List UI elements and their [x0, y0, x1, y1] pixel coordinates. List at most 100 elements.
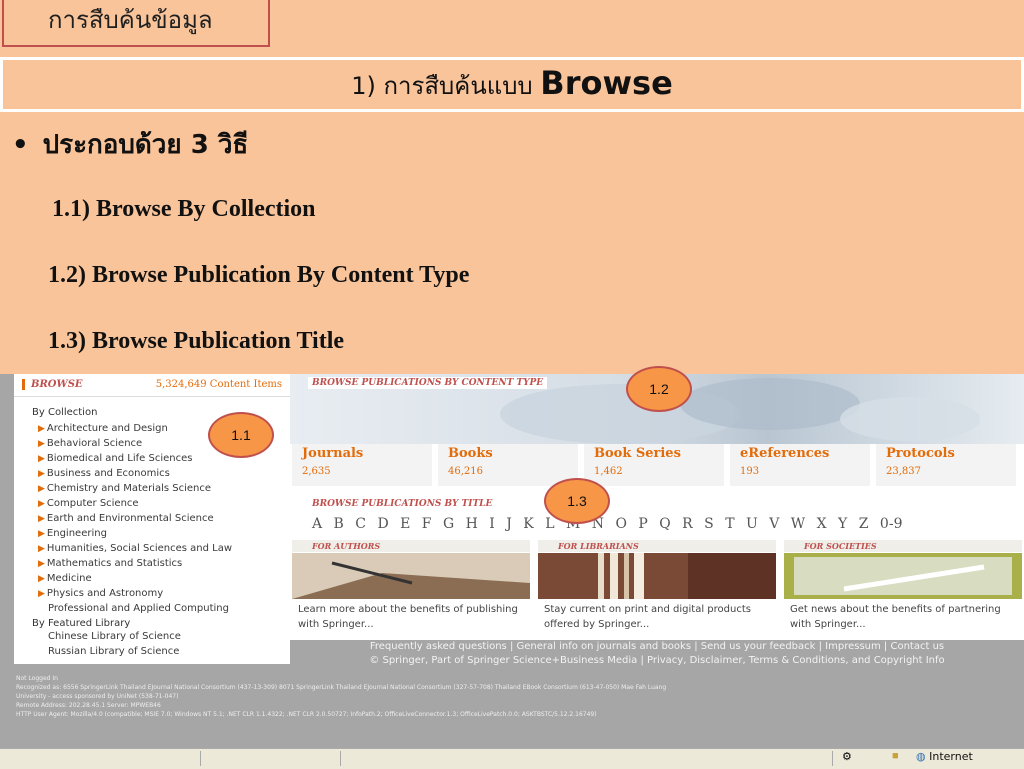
internet-zone-label: Internet	[929, 750, 973, 763]
promo-text: Get news about the benefits of partnerin…	[790, 604, 1001, 630]
footer-copyright[interactable]: © Springer, Part of Springer Science+Bus…	[290, 654, 1024, 668]
collection-label: Earth and Environmental Science	[46, 513, 214, 524]
content-type-book-series[interactable]: Book Series 1,462	[582, 444, 724, 486]
content-type-count: 2,635	[302, 466, 331, 477]
session-info: Not Logged In Recognized as: 6556 Spring…	[16, 674, 1016, 719]
collection-label: Physics and Astronomy	[46, 588, 164, 599]
collection-item[interactable]: ▶ Earth and Environmental Science	[38, 511, 290, 526]
content-items-count: 5,324,649 Content Items	[155, 379, 282, 390]
arrow-right-icon: ▶	[38, 454, 45, 464]
collection-item[interactable]: Professional and Applied Computing	[38, 601, 290, 616]
bullet-text: ประกอบด้วย 3 วิธี	[42, 130, 249, 160]
content-type-name: Book Series	[594, 446, 681, 461]
browse-label: BROWSE	[22, 379, 83, 390]
promo-image	[538, 553, 776, 599]
featured-item[interactable]: Russian Library of Science	[38, 644, 290, 659]
status-line: Not Logged In	[16, 675, 58, 682]
collection-item[interactable]: ▶ Humanities, Social Sciences and Law	[38, 541, 290, 556]
content-type-books[interactable]: Books 46,216	[436, 444, 578, 486]
collection-item[interactable]: ▶ Chemistry and Materials Science	[38, 481, 290, 496]
collection-label: Medicine	[46, 573, 92, 584]
bullet-point: • ประกอบด้วย 3 วิธี	[12, 124, 248, 165]
heading-bold: Browse	[540, 64, 673, 102]
internet-zone: ◍ Internet	[916, 750, 973, 763]
collection-item[interactable]: ▶ Physics and Astronomy	[38, 586, 290, 601]
promo-societies[interactable]: FOR SOCIETIES Get news about the benefit…	[784, 540, 1022, 634]
status-line: Remote Address: 202.28.45.1 Server: MPWE…	[16, 702, 161, 709]
callout-1-2: 1.2	[626, 366, 692, 412]
content-type-journals[interactable]: Journals 2,635	[290, 444, 432, 486]
arrow-right-icon: ▶	[38, 544, 45, 554]
arrow-right-icon: ▶	[38, 559, 45, 569]
promo-authors[interactable]: FOR AUTHORS Learn more about the benefit…	[292, 540, 530, 634]
statusbar-divider	[832, 751, 833, 766]
item-browse-content-type: 1.2) Browse Publication By Content Type	[48, 262, 470, 288]
alphabet-index[interactable]: A B C D E F G H I J K L M N O P Q R S T …	[312, 516, 902, 532]
collection-label: Chemistry and Materials Science	[46, 483, 212, 494]
featured-list: Chinese Library of Science Russian Libra…	[38, 629, 290, 659]
promo-header: FOR LIBRARIANS	[538, 540, 776, 552]
slide-heading: 1) การสืบค้นแบบ Browse	[0, 57, 1024, 112]
browser-statusbar: ⚙ ■ ◍ Internet	[0, 748, 1024, 769]
promo-header: FOR SOCIETIES	[784, 540, 1022, 552]
arrow-right-icon: ▶	[38, 499, 45, 509]
by-featured-heading: By Featured Library	[32, 618, 131, 629]
arrow-right-icon: ▶	[38, 574, 45, 584]
content-type-count: 23,837	[886, 466, 921, 477]
collection-item[interactable]: ▶ Medicine	[38, 571, 290, 586]
promo-text: Learn more about the benefits of publish…	[298, 604, 518, 630]
zone-warning-icon: ■	[892, 750, 899, 762]
collection-label: Mathematics and Statistics	[46, 558, 183, 569]
collection-item[interactable]: ▶ Business and Economics	[38, 466, 290, 481]
content-type-ereferences[interactable]: eReferences 193	[728, 444, 870, 486]
content-type-label: BROWSE PUBLICATIONS BY CONTENT TYPE	[308, 377, 548, 389]
collection-label: Biomedical and Life Sciences	[46, 453, 193, 464]
bullet-dot-icon: •	[12, 130, 29, 160]
promo-header: FOR AUTHORS	[292, 540, 530, 552]
collection-item[interactable]: ▶ Computer Science	[38, 496, 290, 511]
arrow-right-icon: ▶	[38, 439, 45, 449]
slide-title-tab: การสืบค้นข้อมูล	[2, 0, 270, 47]
content-type-name: Books	[448, 446, 493, 461]
collection-label: Humanities, Social Sciences and Law	[46, 543, 233, 554]
browse-main: BROWSE PUBLICATIONS BY CONTENT TYPE Jour…	[290, 374, 1024, 664]
featured-item[interactable]: Chinese Library of Science	[38, 629, 290, 644]
content-type-count: 193	[740, 466, 760, 477]
promo-image	[784, 553, 1022, 599]
item-browse-title: 1.3) Browse Publication Title	[48, 328, 345, 354]
arrow-right-icon: ▶	[38, 514, 45, 524]
content-type-name: Journals	[302, 446, 364, 461]
promo-text: Stay current on print and digital produc…	[544, 604, 751, 630]
browse-header: BROWSE 5,324,649 Content Items	[14, 374, 290, 397]
heading-prefix: 1) การสืบค้นแบบ	[351, 72, 541, 100]
collection-label: Engineering	[46, 528, 107, 539]
content-type-count: 1,462	[594, 466, 623, 477]
promo-image	[292, 553, 530, 599]
statusbar-divider	[340, 751, 341, 766]
globe-icon: ◍	[916, 750, 926, 763]
promo-librarians[interactable]: FOR LIBRARIANS Stay current on print and…	[538, 540, 776, 634]
collection-label: Architecture and Design	[46, 423, 168, 434]
collection-label: Computer Science	[46, 498, 139, 509]
collection-item[interactable]: ▶ Mathematics and Statistics	[38, 556, 290, 571]
arrow-right-icon: ▶	[38, 589, 45, 599]
content-type-count: 46,216	[448, 466, 483, 477]
collection-item[interactable]: ▶ Engineering	[38, 526, 290, 541]
callout-1-3: 1.3	[544, 478, 610, 524]
statusbar-divider	[200, 751, 201, 766]
arrow-right-icon: ▶	[38, 529, 45, 539]
page-footer: Frequently asked questions | General inf…	[290, 640, 1024, 670]
content-type-row: Journals 2,635 Books 46,216 Book Series 1,4…	[290, 444, 1024, 486]
collection-label: Behavioral Science	[46, 438, 143, 449]
item-browse-collection: 1.1) Browse By Collection	[52, 196, 316, 222]
callout-1-1: 1.1	[208, 412, 274, 458]
footer-links[interactable]: Frequently asked questions | General inf…	[290, 640, 1024, 654]
status-line: Recognized as: 6556 SpringerLink Thailan…	[16, 684, 667, 691]
status-line: HTTP User Agent: Mozilla/4.0 (compatible…	[16, 711, 597, 718]
springer-screenshot: BROWSE 5,324,649 Content Items By Collec…	[0, 374, 1024, 768]
content-type-name: Protocols	[886, 446, 955, 461]
title-label: BROWSE PUBLICATIONS BY TITLE	[308, 498, 497, 510]
arrow-right-icon: ▶	[38, 424, 45, 434]
content-type-protocols[interactable]: Protocols 23,837	[874, 444, 1016, 486]
collection-label: Business and Economics	[46, 468, 170, 479]
